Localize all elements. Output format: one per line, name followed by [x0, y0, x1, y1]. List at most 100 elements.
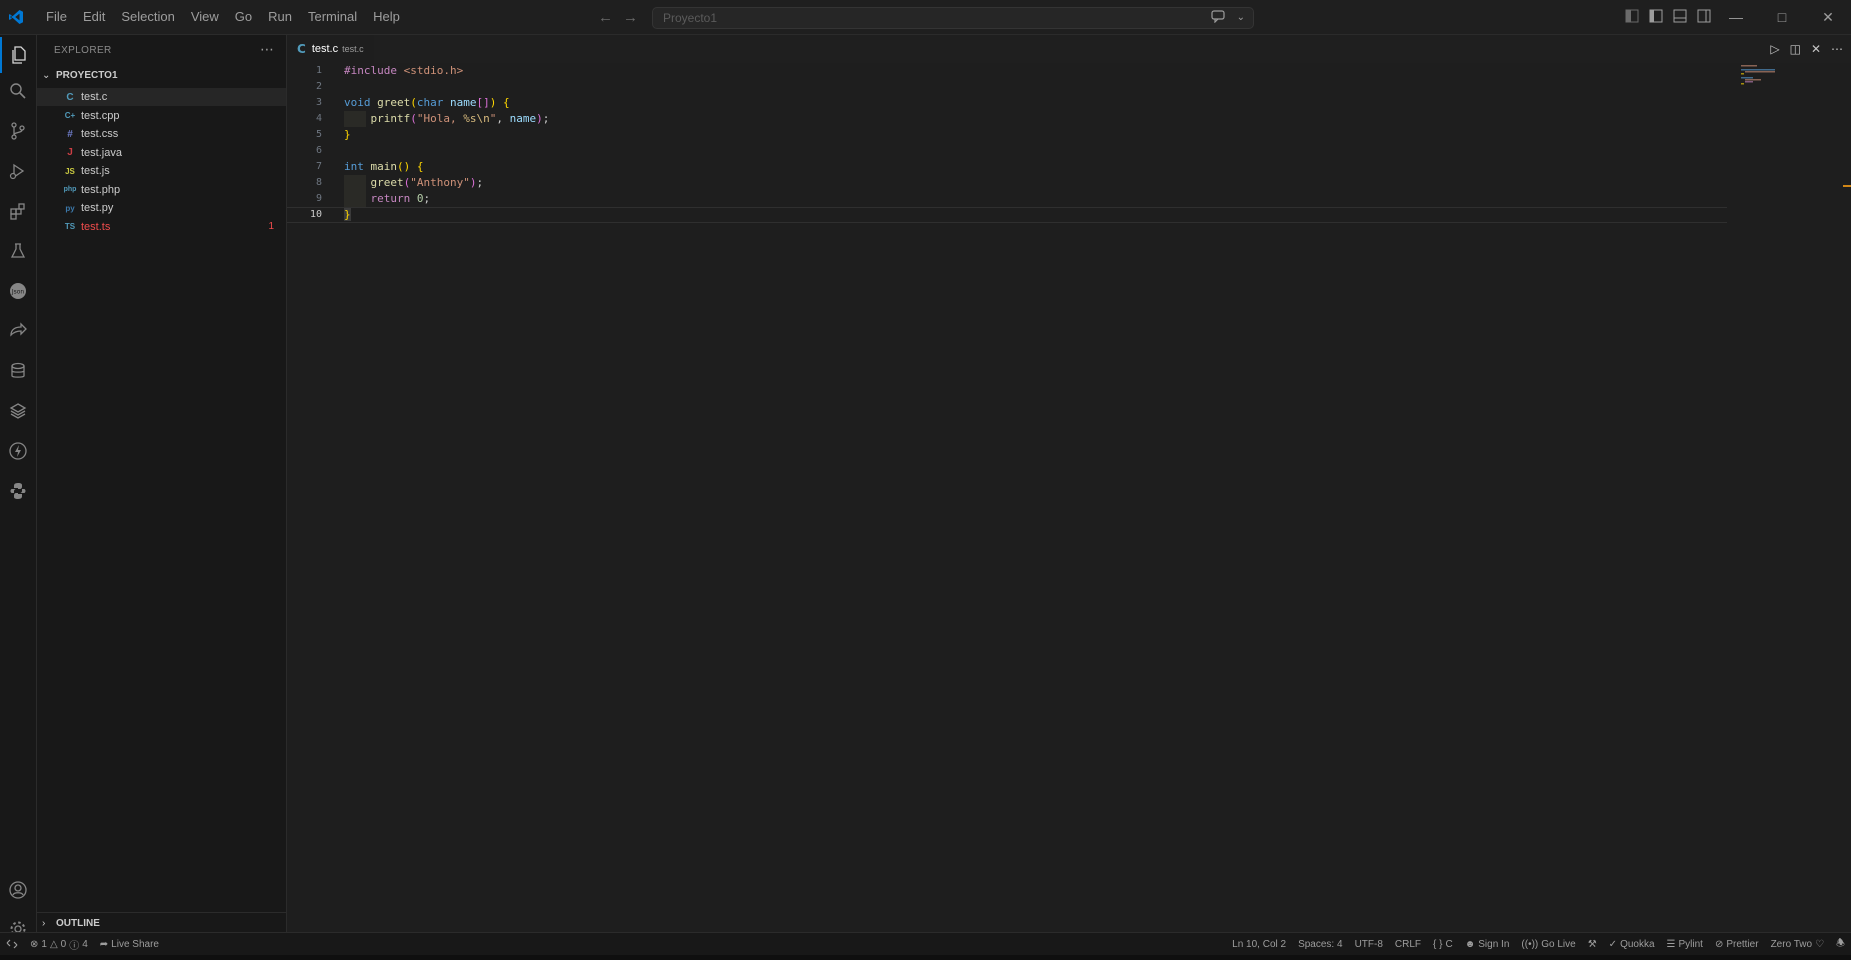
indentation[interactable]: Spaces: 4: [1292, 939, 1348, 950]
file-item[interactable]: Ctest.c: [37, 88, 286, 106]
line-number: 8: [315, 177, 322, 188]
run-play-icon[interactable]: ▷: [1770, 42, 1779, 56]
maximize-icon[interactable]: □: [1759, 0, 1805, 34]
chevron-down-icon[interactable]: ⌄: [1237, 12, 1245, 23]
close-editor-icon[interactable]: ✕: [1811, 42, 1821, 56]
toggle-primary-sidebar-icon[interactable]: [1649, 9, 1663, 26]
scrollbar-marker: [1843, 185, 1851, 187]
cursor-position[interactable]: Ln 10, Col 2: [1226, 939, 1292, 950]
more-actions-icon[interactable]: ⋯: [1831, 42, 1843, 56]
live-share-icon[interactable]: [0, 313, 36, 349]
json-tools-icon[interactable]: Json: [0, 273, 36, 309]
file-item[interactable]: Jtest.java: [37, 144, 286, 162]
window-controls: — □ ✕: [1713, 0, 1851, 34]
go-live-button[interactable]: ((•)) Go Live: [1515, 939, 1581, 950]
sign-in-button[interactable]: ☻ Sign In: [1459, 939, 1516, 950]
braces-icon: { }: [1433, 938, 1443, 950]
editor-area: C test.c test.c ▷ ◫ ✕ ⋯ 1 #include <stdi…: [287, 35, 1851, 932]
js-file-icon: JS: [65, 166, 75, 176]
quokka-icon: ✓: [1608, 938, 1618, 950]
problems-indicator[interactable]: ⊗ 1 △ 0 ⓘ 4: [24, 937, 94, 952]
split-editor-icon[interactable]: ◫: [1790, 42, 1801, 56]
code-text: return 0;: [370, 192, 431, 205]
toggle-panel-icon[interactable]: [1673, 9, 1687, 26]
file-name: test.py: [81, 202, 114, 214]
theme-label: Zero Two: [1770, 938, 1813, 950]
back-arrow-icon[interactable]: ←: [598, 9, 613, 26]
quokka-label: Quokka: [1620, 938, 1655, 950]
menu-terminal[interactable]: Terminal: [300, 0, 365, 34]
menu-bar: File Edit Selection View Go Run Terminal…: [38, 0, 408, 34]
menu-run[interactable]: Run: [260, 0, 300, 34]
tools-button[interactable]: ⚒: [1582, 939, 1603, 950]
database-icon[interactable]: [0, 353, 36, 389]
menu-view[interactable]: View: [183, 0, 227, 34]
code-line: 8 greet("Anthony");: [287, 175, 1727, 191]
menu-selection[interactable]: Selection: [113, 0, 182, 34]
minimize-icon[interactable]: —: [1713, 0, 1759, 34]
forward-arrow-icon[interactable]: →: [623, 9, 638, 26]
navigation-arrows: ← →: [598, 0, 638, 34]
explorer-icon[interactable]: [0, 37, 36, 73]
outline-section-header[interactable]: › OUTLINE: [37, 912, 286, 933]
copilot-chat-icon[interactable]: [1211, 9, 1227, 26]
minimap[interactable]: [1727, 63, 1837, 923]
theme-indicator[interactable]: Zero Two ♡: [1765, 939, 1830, 950]
customize-layout-icon[interactable]: [1625, 9, 1639, 26]
explorer-sidebar: EXPLORER ⋯ ⌄ PROYECTO1 Ctest.c C+ test.cpp…: [37, 35, 287, 932]
menu-file[interactable]: File: [38, 0, 75, 34]
menu-go[interactable]: Go: [227, 0, 260, 34]
menu-help[interactable]: Help: [365, 0, 408, 34]
code-text: #include <stdio.h>: [344, 64, 464, 77]
code-line: 9 return 0;: [287, 191, 1727, 207]
notifications-button[interactable]: 🕭: [1830, 936, 1851, 953]
live-share-button[interactable]: ➦ Live Share: [94, 939, 165, 950]
line-number: 2: [315, 81, 322, 92]
quokka-button[interactable]: ✓ Quokka: [1603, 939, 1661, 950]
thunder-client-icon[interactable]: [0, 433, 36, 469]
code-line: 1 #include <stdio.h>: [287, 63, 1727, 79]
file-name: test.java: [81, 146, 122, 159]
pylint-button[interactable]: ☰ Pylint: [1661, 939, 1709, 950]
accounts-icon[interactable]: [0, 872, 36, 908]
source-control-icon[interactable]: [0, 113, 36, 149]
tab-label: test.c: [311, 43, 339, 55]
current-code-line: 10 }: [287, 207, 1727, 223]
remote-indicator-icon[interactable]: [0, 933, 24, 955]
more-actions-icon[interactable]: ⋯: [260, 41, 274, 58]
css-file-icon: #: [67, 128, 73, 140]
end-of-line[interactable]: CRLF: [1389, 939, 1427, 950]
encoding[interactable]: UTF-8: [1349, 939, 1389, 950]
testing-flask-icon[interactable]: [0, 233, 36, 269]
run-and-debug-icon[interactable]: [0, 153, 36, 189]
file-item[interactable]: # test.css: [37, 125, 286, 143]
code-line: 6: [287, 143, 1727, 159]
layers-icon[interactable]: [0, 393, 36, 429]
file-item[interactable]: py test.py: [37, 199, 286, 217]
c-file-icon: C: [66, 91, 74, 103]
code-text: printf("Hola, %s\n", name);: [370, 112, 550, 125]
file-item[interactable]: C+ test.cpp: [37, 107, 286, 125]
menu-edit[interactable]: Edit: [75, 0, 113, 34]
search-icon[interactable]: [0, 73, 36, 109]
status-bar: ⊗ 1 △ 0 ⓘ 4 ➦ Live Share Ln 10, Col 2 Sp…: [0, 932, 1851, 955]
list-icon: ☰: [1666, 938, 1676, 950]
folder-header[interactable]: ⌄ PROYECTO1: [37, 65, 286, 85]
file-name: test.php: [81, 183, 121, 196]
python-icon[interactable]: [0, 473, 36, 509]
prettier-label: Prettier: [1726, 938, 1759, 950]
info-icon: ⓘ: [69, 940, 80, 952]
toggle-secondary-sidebar-icon[interactable]: [1697, 9, 1711, 26]
file-item[interactable]: JS test.js: [37, 162, 286, 180]
line-number: 5: [315, 129, 322, 140]
command-center-search[interactable]: Proyecto1 ⌄: [652, 7, 1254, 29]
line-number: 6: [315, 145, 322, 156]
file-item[interactable]: TS test.ts 1: [37, 218, 286, 236]
file-item[interactable]: php test.php: [37, 181, 286, 199]
close-icon[interactable]: ✕: [1805, 0, 1851, 34]
extensions-icon[interactable]: [0, 193, 36, 229]
vscode-logo-icon: [2, 0, 30, 34]
tab-test-c[interactable]: C test.c test.c: [287, 35, 374, 63]
language-mode[interactable]: { } C: [1427, 939, 1459, 950]
prettier-button[interactable]: ⊘ Prettier: [1709, 939, 1765, 950]
